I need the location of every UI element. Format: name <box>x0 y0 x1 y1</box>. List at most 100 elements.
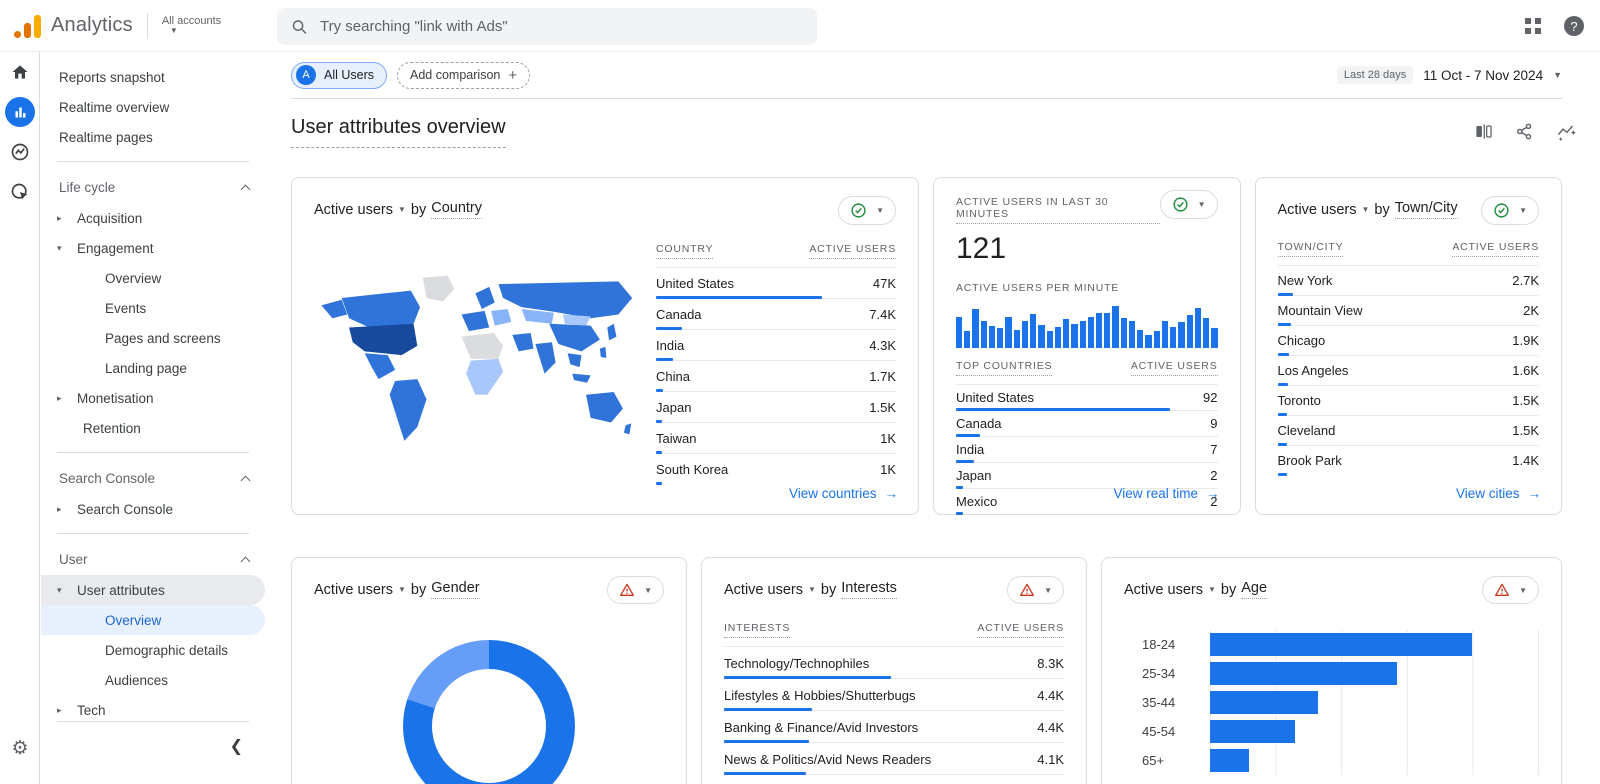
sidebar-item-realtime-overview[interactable]: Realtime overview <box>41 92 265 122</box>
apps-grid-icon[interactable] <box>1524 17 1542 35</box>
sidebar-item-reports-snapshot[interactable]: Reports snapshot <box>41 62 265 92</box>
chevron-down-icon: ▼ <box>398 205 406 214</box>
metric-selector[interactable]: Active users <box>1278 202 1357 218</box>
column-header[interactable]: ACTIVE USERS <box>977 622 1064 638</box>
row-name: Toronto <box>1278 393 1321 408</box>
table-row: Mountain View2K <box>1278 296 1540 326</box>
insights-icon[interactable] <box>1556 122 1578 141</box>
column-header[interactable]: ACTIVE USERS <box>1452 241 1539 257</box>
section-user[interactable]: User <box>41 543 265 575</box>
sidebar-item-realtime-pages[interactable]: Realtime pages <box>41 122 265 152</box>
sidebar-item-monetisation[interactable]: ▸ Monetisation <box>41 383 265 413</box>
row-name: Canada <box>656 307 702 322</box>
sidebar-item-search-console[interactable]: ▸ Search Console <box>41 494 265 524</box>
row-name: South Korea <box>656 462 728 477</box>
comparison-bar: A All Users Add comparison + Last 28 day… <box>291 52 1562 99</box>
sidebar-item-demographic-details[interactable]: Demographic details <box>41 635 265 665</box>
sidebar-item-pages-screens[interactable]: Pages and screens <box>41 323 265 353</box>
column-header[interactable]: ACTIVE USERS <box>809 243 896 259</box>
metric-selector[interactable]: Active users <box>314 202 393 218</box>
account-picker[interactable]: All accounts ▼ <box>162 15 221 36</box>
sidebar-item-retention[interactable]: Retention <box>41 413 265 443</box>
sidebar-item-audiences[interactable]: Audiences <box>41 665 265 695</box>
realtime-label[interactable]: ACTIVE USERS IN LAST 30 MINUTES <box>956 196 1160 224</box>
admin-gear-icon[interactable]: ⚙ <box>0 737 40 760</box>
table-row: United States92 <box>956 385 1218 411</box>
sidebar-item-landing-page[interactable]: Landing page <box>41 353 265 383</box>
warning-status-icon <box>619 582 635 598</box>
dimension-selector[interactable]: Country <box>431 200 482 219</box>
sidebar-item-user-overview-selected[interactable]: Overview <box>41 605 265 635</box>
row-name: India <box>956 442 984 457</box>
row-name: United States <box>956 390 1034 405</box>
explore-nav[interactable] <box>0 132 40 172</box>
row-bar <box>1278 473 1287 476</box>
view-real-time-link[interactable]: View real time→ <box>1113 486 1219 501</box>
metric-selector[interactable]: Active users <box>724 582 803 598</box>
age-bar <box>1210 720 1295 743</box>
age-axis-label: 35-44 <box>1142 688 1210 717</box>
section-life-cycle[interactable]: Life cycle <box>41 171 265 203</box>
row-name: India <box>656 338 684 353</box>
dimension-selector[interactable]: Age <box>1241 580 1267 599</box>
view-cities-link[interactable]: View cities→ <box>1456 486 1541 501</box>
row-value: 1K <box>880 462 896 477</box>
data-quality-warning-badge[interactable]: ▼ <box>1482 576 1539 604</box>
tree-collapsed-icon: ▸ <box>57 504 67 515</box>
search-input[interactable] <box>320 18 803 35</box>
item-label: Engagement <box>77 241 154 256</box>
row-value: 1.5K <box>869 400 896 415</box>
item-label: Monetisation <box>77 391 154 406</box>
dimension-selector[interactable]: Town/City <box>1395 200 1458 219</box>
column-header[interactable]: TOWN/CITY <box>1278 241 1344 257</box>
table-row: New York2.7K <box>1278 266 1540 296</box>
sidebar-item-engagement-overview[interactable]: Overview <box>41 263 265 293</box>
chevron-up-icon <box>241 475 251 485</box>
row-name: Chicago <box>1278 333 1326 348</box>
data-quality-warning-badge[interactable]: ▼ <box>1007 576 1064 604</box>
column-header[interactable]: COUNTRY <box>656 243 713 259</box>
search-bar[interactable] <box>277 8 817 45</box>
date-range-picker[interactable]: Last 28 days 11 Oct - 7 Nov 2024 ▼ <box>1337 66 1562 84</box>
column-header[interactable]: INTERESTS <box>724 622 790 638</box>
dimension-selector[interactable]: Interests <box>841 580 897 599</box>
column-header[interactable]: TOP COUNTRIES <box>956 360 1052 376</box>
data-quality-badge[interactable]: ▼ <box>838 196 896 225</box>
chevron-down-icon: ▼ <box>170 27 178 36</box>
ok-status-icon <box>1172 196 1189 213</box>
data-quality-badge[interactable]: ▼ <box>1160 190 1218 219</box>
metric-selector[interactable]: Active users <box>314 582 393 598</box>
dimension-selector[interactable]: Gender <box>431 580 479 599</box>
column-header[interactable]: ACTIVE USERS <box>1131 360 1218 376</box>
row-name: Japan <box>656 400 691 415</box>
sidebar-item-events[interactable]: Events <box>41 293 265 323</box>
sidebar-item-user-attributes[interactable]: ▾ User attributes <box>41 575 265 605</box>
data-quality-warning-badge[interactable]: ▼ <box>607 576 664 604</box>
advertising-nav[interactable] <box>0 172 40 212</box>
help-icon[interactable]: ? <box>1564 16 1584 36</box>
table-row: Lifestyles & Hobbies/Shutterbugs4.4K <box>724 679 1064 711</box>
data-quality-badge[interactable]: ▼ <box>1481 196 1539 225</box>
view-countries-link[interactable]: View countries→ <box>789 486 898 501</box>
home-nav[interactable] <box>0 52 40 92</box>
reports-nav[interactable] <box>0 92 40 132</box>
section-label: User <box>59 552 88 567</box>
logo-area[interactable]: Analytics <box>0 14 133 38</box>
plus-icon: + <box>508 67 517 84</box>
tree-collapsed-icon: ▸ <box>57 705 67 716</box>
collapse-sidebar-icon[interactable]: ❮ <box>230 736 243 756</box>
add-comparison-button[interactable]: Add comparison + <box>397 62 530 89</box>
all-users-segment-chip[interactable]: A All Users <box>291 62 387 89</box>
section-search-console[interactable]: Search Console <box>41 462 265 494</box>
share-icon[interactable] <box>1515 122 1534 141</box>
home-icon <box>10 62 30 82</box>
country-table: COUNTRY ACTIVE USERS United States47K Ca… <box>656 243 896 496</box>
compare-reports-icon[interactable] <box>1474 122 1493 141</box>
sidebar-item-engagement[interactable]: ▾ Engagement <box>41 233 265 263</box>
row-value: 2.7K <box>1512 273 1539 288</box>
sidebar-item-acquisition[interactable]: ▸ Acquisition <box>41 203 265 233</box>
age-axis-label: 18-24 <box>1142 630 1210 659</box>
metric-selector[interactable]: Active users <box>1124 582 1203 598</box>
title-by: by <box>411 202 426 218</box>
row-value: 4.3K <box>869 338 896 353</box>
